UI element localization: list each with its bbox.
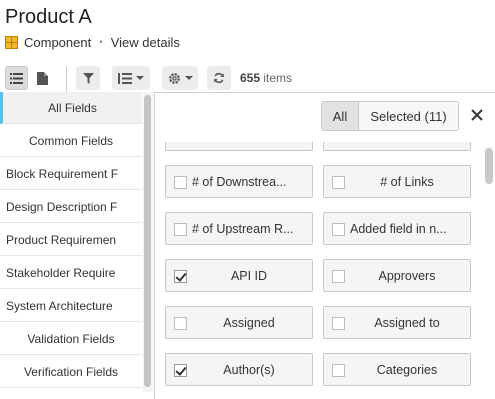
- category-scrollbar-thumb[interactable]: [144, 95, 151, 387]
- field-option[interactable]: [323, 142, 471, 151]
- filter-selected-button[interactable]: Selected (11): [359, 102, 458, 130]
- category-label: Product Requiremen: [6, 232, 117, 247]
- component-icon: [5, 35, 18, 49]
- field-checkbox-checked[interactable]: [174, 364, 187, 377]
- settings-button[interactable]: [162, 66, 198, 90]
- filter-icon: [82, 72, 94, 84]
- field-option-upstream-count[interactable]: # of Upstream R...: [165, 212, 313, 245]
- field-label: Author(s): [223, 362, 275, 377]
- list-view-button[interactable]: [5, 66, 28, 90]
- refresh-button[interactable]: [207, 66, 231, 90]
- document-view-button[interactable]: [31, 66, 54, 90]
- field-option-added-field[interactable]: Added field in n...: [323, 212, 471, 245]
- category-item-system-architecture[interactable]: System Architecture: [0, 290, 142, 322]
- category-label: Stakeholder Require: [6, 265, 116, 280]
- category-label: System Architecture: [6, 298, 113, 313]
- field-grid: # of Downstrea... # of Links # of Upstre…: [155, 142, 495, 399]
- category-label: Validation Fields: [27, 331, 115, 346]
- field-checkbox[interactable]: [174, 176, 187, 189]
- popup-border: [155, 92, 495, 93]
- item-type-label: Component: [24, 34, 92, 50]
- field-option-categories[interactable]: Categories: [323, 353, 471, 386]
- category-label: Block Requirement F: [6, 166, 119, 181]
- field-grid-scrollbar-thumb[interactable]: [485, 148, 493, 184]
- category-item-all-fields[interactable]: All Fields: [0, 92, 142, 124]
- field-option-downstream-count[interactable]: # of Downstrea...: [165, 165, 313, 198]
- category-item-common-fields[interactable]: Common Fields: [0, 125, 142, 157]
- sort-icon: [118, 72, 132, 84]
- category-item-stakeholder-requirement[interactable]: Stakeholder Require: [0, 257, 142, 289]
- category-label: All Fields: [48, 100, 97, 115]
- field-option-approvers[interactable]: Approvers: [323, 259, 471, 292]
- field-label: Assigned to: [374, 315, 440, 330]
- field-checkbox[interactable]: [332, 176, 345, 189]
- field-label: [348, 142, 466, 150]
- field-label: # of Upstream R...: [192, 221, 294, 236]
- field-label: Categories: [376, 362, 438, 377]
- field-label: # of Links: [380, 174, 434, 189]
- category-item-block-requirement[interactable]: Block Requirement F: [0, 158, 142, 190]
- category-label: Verification Fields: [23, 364, 119, 379]
- field-option[interactable]: [165, 142, 313, 151]
- field-option-assigned-to[interactable]: Assigned to: [323, 306, 471, 339]
- field-checkbox[interactable]: [332, 270, 345, 283]
- view-details-link[interactable]: View details: [111, 35, 180, 50]
- field-checkbox[interactable]: [332, 223, 345, 236]
- breadcrumb: Component • View details: [5, 34, 180, 50]
- filter-button[interactable]: [76, 66, 100, 90]
- category-item-verification-fields[interactable]: Verification Fields: [0, 356, 142, 388]
- sort-button[interactable]: [112, 66, 150, 90]
- field-option-assigned[interactable]: Assigned: [165, 306, 313, 339]
- chevron-down-icon: [184, 76, 193, 80]
- category-item-validation-fields[interactable]: Validation Fields: [0, 323, 142, 355]
- field-checkbox-checked[interactable]: [174, 270, 187, 283]
- toolbar-divider: [66, 66, 67, 92]
- field-label: [190, 142, 308, 150]
- field-filter-toggle: All Selected (11): [321, 101, 459, 131]
- refresh-icon: [214, 72, 224, 84]
- field-label: API ID: [230, 268, 268, 283]
- field-picker-popup: All Selected (11) # of Downstrea... # of…: [155, 92, 495, 399]
- item-count-number: 655: [240, 71, 261, 85]
- item-count-suffix: items: [260, 71, 293, 85]
- field-label: Assigned: [223, 315, 275, 330]
- toolbar: 655 items: [0, 66, 495, 92]
- item-count: 655 items: [240, 71, 292, 85]
- category-label: Design Description F: [6, 199, 118, 214]
- category-item-design-description[interactable]: Design Description F: [0, 191, 142, 223]
- field-label: Added field in n...: [350, 221, 447, 236]
- field-category-list: All Fields Common Fields Block Requireme…: [0, 92, 155, 399]
- document-view-icon: [37, 71, 48, 85]
- field-checkbox[interactable]: [332, 317, 345, 330]
- close-icon[interactable]: [468, 106, 486, 124]
- chevron-down-icon: [136, 76, 144, 80]
- list-view-icon: [10, 72, 23, 84]
- field-checkbox[interactable]: [174, 317, 187, 330]
- field-checkbox[interactable]: [174, 223, 187, 236]
- category-label: Common Fields: [28, 133, 114, 148]
- page-title: Product A: [5, 6, 92, 28]
- gear-icon: [168, 72, 180, 84]
- filter-all-button[interactable]: All: [322, 102, 359, 130]
- category-item-product-requirement[interactable]: Product Requiremen: [0, 224, 142, 256]
- field-checkbox[interactable]: [332, 364, 345, 377]
- separator-dot: •: [99, 36, 103, 48]
- field-option-links-count[interactable]: # of Links: [323, 165, 471, 198]
- field-label: # of Downstrea...: [192, 174, 287, 189]
- field-option-authors[interactable]: Author(s): [165, 353, 313, 386]
- field-label: Approvers: [378, 268, 436, 283]
- field-option-api-id[interactable]: API ID: [165, 259, 313, 292]
